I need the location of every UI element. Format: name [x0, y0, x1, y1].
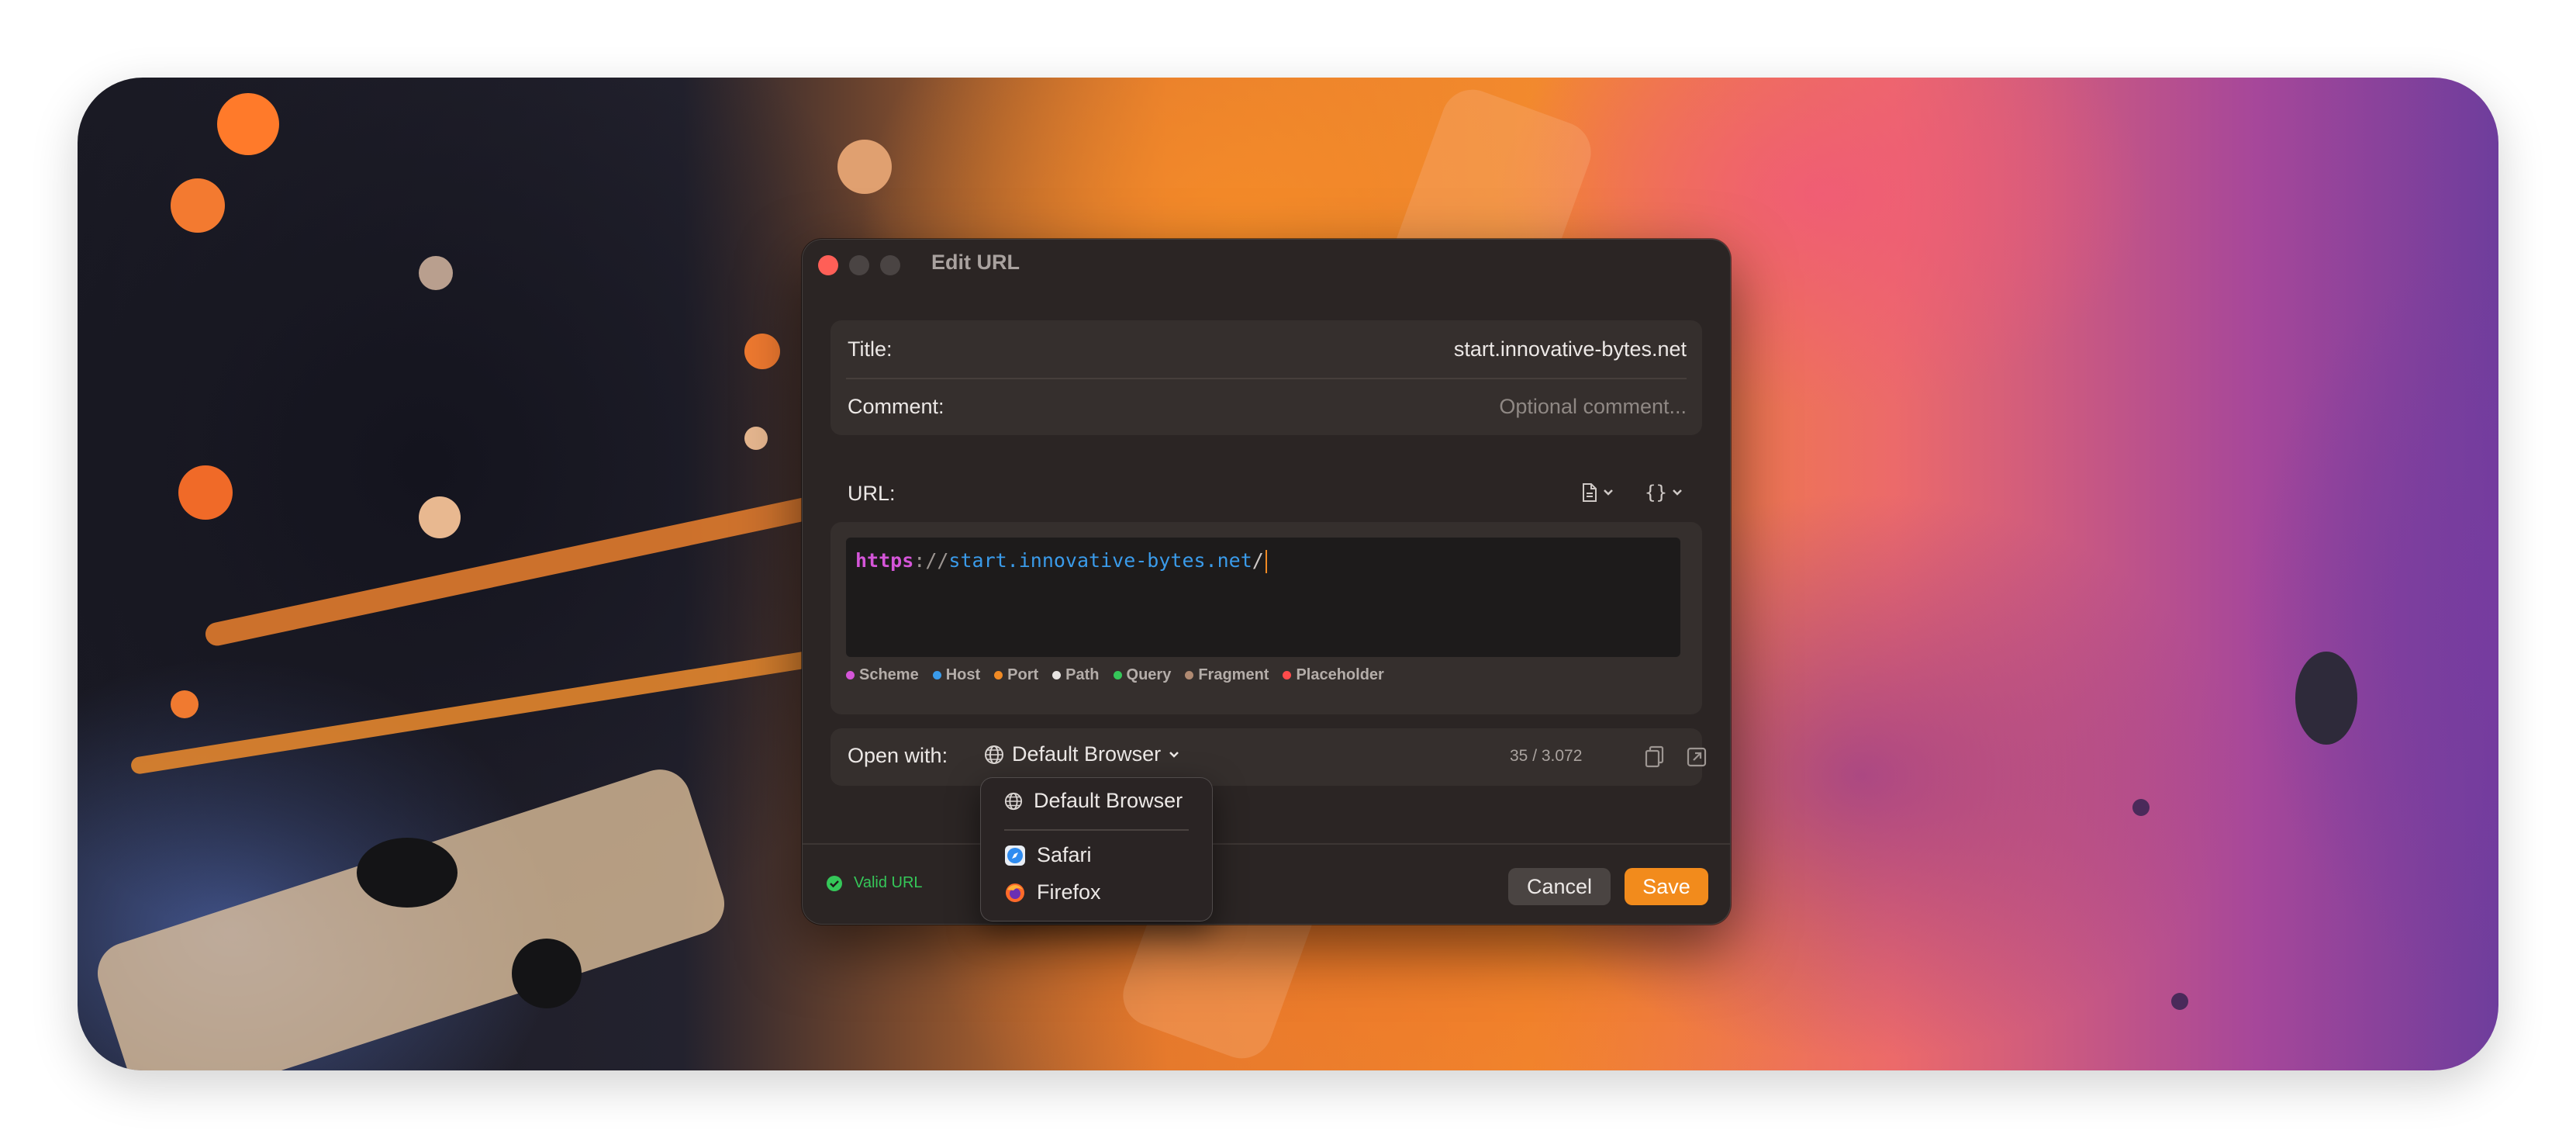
- syntax-legend: Scheme Host Port Path Query Fragment Pla…: [846, 666, 1384, 684]
- save-button[interactable]: Save: [1625, 868, 1708, 905]
- metadata-panel: Title: start.innovative-bytes.net Commen…: [830, 320, 1702, 435]
- menu-item-label: Default Browser: [1034, 789, 1183, 812]
- open-with-label: Open with:: [848, 744, 948, 767]
- legend-dot: [1185, 671, 1194, 679]
- open-with-menu: Default Browser Safari Firefox: [980, 777, 1213, 922]
- menu-item-label: Firefox: [1037, 880, 1101, 904]
- validation-text: Valid URL: [854, 874, 923, 891]
- legend-host: Host: [932, 666, 980, 684]
- legend-dot: [846, 671, 855, 679]
- legend-query: Query: [1113, 666, 1171, 684]
- legend-placeholder: Placeholder: [1283, 666, 1384, 684]
- open-with-panel: Open with: Default Browser 35 / 3.072: [830, 728, 1707, 786]
- legend-dot: [1283, 671, 1292, 679]
- legend-scheme: Scheme: [846, 666, 919, 684]
- edit-url-dialog: Edit URL Title: start.innovative-bytes.n…: [802, 239, 1731, 925]
- minimize-window-button[interactable]: [849, 255, 869, 275]
- validation-status: Valid URL: [826, 874, 923, 892]
- legend-port: Port: [994, 666, 1038, 684]
- chevron-down-icon: [1169, 751, 1179, 758]
- template-menu-button[interactable]: [1581, 477, 1614, 508]
- footer-divider: [803, 843, 1730, 845]
- comment-input[interactable]: Optional comment...: [1499, 395, 1687, 419]
- url-label: URL:: [848, 482, 896, 505]
- dialog-title: Edit URL: [931, 251, 1020, 274]
- globe-icon: [1004, 792, 1023, 810]
- safari-icon: [1005, 845, 1025, 866]
- document-icon: [1583, 483, 1597, 502]
- legend-path: Path: [1052, 666, 1100, 684]
- firefox-icon: [1006, 883, 1024, 902]
- legend-dot: [1113, 671, 1122, 679]
- cancel-button[interactable]: Cancel: [1508, 868, 1611, 905]
- legend-dot: [932, 671, 941, 679]
- text-caret: [1265, 550, 1267, 573]
- menu-divider: [1004, 829, 1189, 831]
- title-label: Title:: [848, 337, 893, 361]
- menu-item-safari[interactable]: Safari: [1004, 843, 1092, 867]
- legend-fragment: Fragment: [1185, 666, 1269, 684]
- url-editor[interactable]: https://start.innovative-bytes.net/: [846, 538, 1680, 657]
- url-scheme: https: [855, 549, 914, 572]
- url-host: start.innovative-bytes.net: [948, 549, 1252, 572]
- chevron-down-icon: [1673, 489, 1682, 496]
- character-count: 35 / 3.072: [1510, 747, 1583, 765]
- url-panel: https://start.innovative-bytes.net/ Sche…: [830, 522, 1702, 714]
- menu-item-default-browser[interactable]: Default Browser: [1004, 789, 1183, 813]
- chevron-down-icon: [1604, 489, 1613, 496]
- checkmark-circle-icon: [827, 875, 842, 891]
- row-divider: [846, 378, 1687, 379]
- zoom-window-button[interactable]: [880, 255, 900, 275]
- placeholder-menu-button[interactable]: {}: [1645, 477, 1683, 508]
- legend-dot: [994, 671, 1003, 679]
- open-with-select[interactable]: Default Browser: [984, 742, 1179, 766]
- comment-label: Comment:: [848, 395, 944, 418]
- menu-item-firefox[interactable]: Firefox: [1004, 880, 1101, 904]
- braces-icon: {}: [1645, 482, 1667, 503]
- url-path: /: [1252, 549, 1264, 572]
- close-window-button[interactable]: [818, 255, 838, 275]
- menu-item-label: Safari: [1037, 843, 1092, 866]
- copy-icon[interactable]: [1643, 744, 1666, 769]
- globe-icon: [985, 745, 1003, 764]
- url-separator: ://: [913, 549, 949, 572]
- open-with-value: Default Browser: [1012, 742, 1162, 766]
- legend-dot: [1052, 671, 1062, 679]
- open-external-icon[interactable]: [1685, 744, 1708, 769]
- title-input[interactable]: start.innovative-bytes.net: [1454, 337, 1687, 361]
